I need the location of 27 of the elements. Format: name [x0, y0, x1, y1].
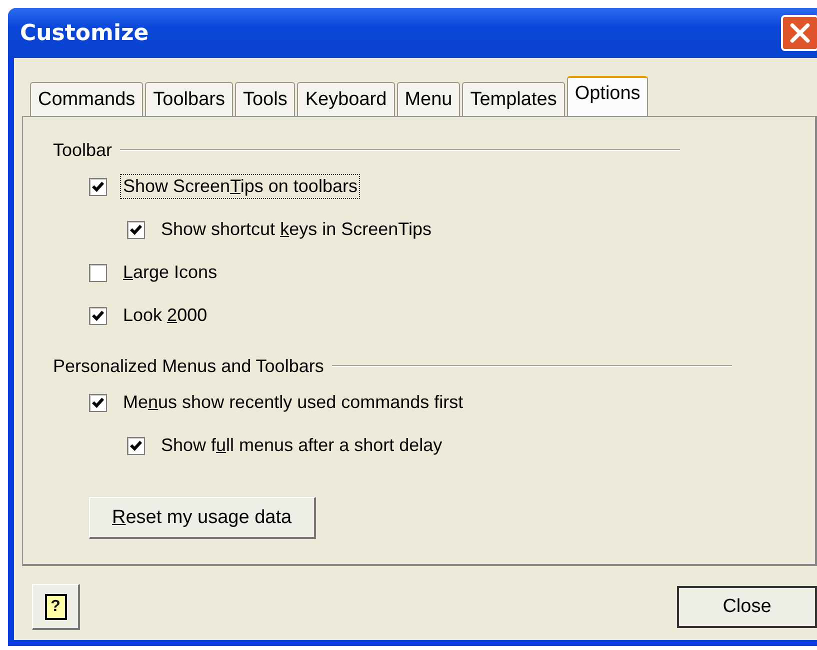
checkbox[interactable] [89, 178, 107, 196]
close-button[interactable] [781, 15, 817, 51]
close-icon [789, 22, 811, 44]
tab[interactable]: Options [566, 76, 648, 116]
tab[interactable]: Menu [396, 82, 460, 116]
checkbox-label[interactable]: Menus show recently used commands first [120, 390, 466, 415]
reset-button[interactable]: Reset my usage data [89, 497, 316, 539]
checkbox-label[interactable]: Show shortcut keys in ScreenTips [158, 217, 434, 242]
group-label: Toolbar [53, 140, 112, 160]
tab[interactable]: Keyboard [297, 82, 395, 116]
window-title: Customize [20, 20, 149, 46]
checkbox-label[interactable]: Show ScreenTips on toolbars [120, 174, 360, 199]
group-label: Personalized Menus and Toolbars [53, 356, 324, 376]
tab[interactable]: Commands [30, 82, 144, 116]
checkbox[interactable] [127, 220, 145, 238]
tab[interactable]: Toolbars [145, 82, 233, 116]
checkbox[interactable] [89, 306, 107, 324]
tab[interactable]: Templates [462, 82, 565, 116]
checkbox[interactable] [89, 264, 107, 282]
checkbox[interactable] [89, 394, 107, 412]
close-dialog-button[interactable]: Close [677, 586, 817, 628]
checkbox-label[interactable]: Large Icons [120, 260, 220, 285]
checkbox[interactable] [127, 436, 145, 454]
checkbox-label[interactable]: Look 2000 [120, 303, 210, 328]
tab[interactable]: Tools [234, 82, 296, 116]
help-button[interactable]: ? [32, 584, 80, 630]
checkbox-label[interactable]: Show full menus after a short delay [158, 433, 446, 458]
